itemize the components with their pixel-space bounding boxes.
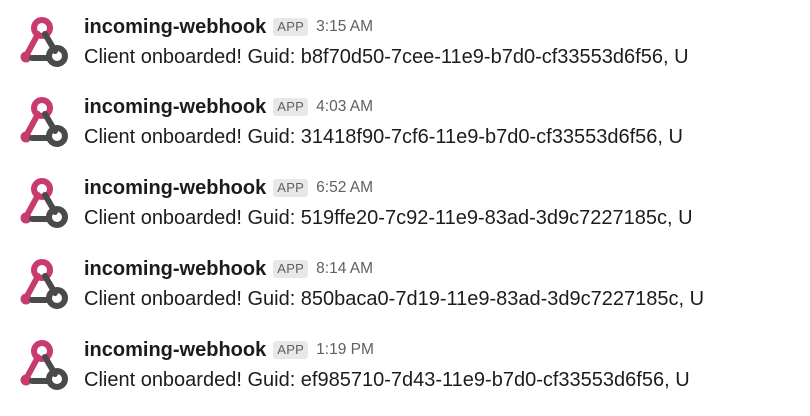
sender-name[interactable]: incoming-webhook xyxy=(84,96,266,119)
message-header: incoming-webhook APP 8:14 AM xyxy=(84,254,373,284)
message-feed: incoming-webhook APP 3:15 AM Client onbo… xyxy=(0,0,810,416)
webhook-icon[interactable] xyxy=(14,337,70,393)
webhook-icon[interactable] xyxy=(14,14,70,70)
sender-name[interactable]: incoming-webhook xyxy=(84,258,266,281)
message-header: incoming-webhook APP 4:03 AM xyxy=(84,92,373,122)
message-item: incoming-webhook APP 8:14 AM Client onbo… xyxy=(0,242,810,322)
message-header: incoming-webhook APP 6:52 AM xyxy=(84,173,373,203)
sender-name[interactable]: incoming-webhook xyxy=(84,16,266,39)
message-item: incoming-webhook APP 4:03 AM Client onbo… xyxy=(0,80,810,160)
app-badge: APP xyxy=(273,18,309,36)
message-item: incoming-webhook APP 3:15 AM Client onbo… xyxy=(0,0,810,80)
timestamp[interactable]: 1:19 PM xyxy=(316,341,374,359)
app-badge: APP xyxy=(273,260,309,278)
app-badge: APP xyxy=(273,341,309,359)
message-text: Client onboarded! Guid: 31418f90-7cf6-11… xyxy=(84,126,683,148)
timestamp[interactable]: 3:15 AM xyxy=(316,18,373,36)
message-text: Client onboarded! Guid: 850baca0-7d19-11… xyxy=(84,288,705,310)
message-item: incoming-webhook APP 1:19 PM Client onbo… xyxy=(0,323,810,403)
message-text: Client onboarded! Guid: 519ffe20-7c92-11… xyxy=(84,207,693,229)
webhook-icon[interactable] xyxy=(14,256,70,312)
timestamp[interactable]: 4:03 AM xyxy=(316,98,373,116)
webhook-icon[interactable] xyxy=(14,175,70,231)
timestamp[interactable]: 6:52 AM xyxy=(316,179,373,197)
message-item: incoming-webhook APP 6:52 AM Client onbo… xyxy=(0,161,810,241)
message-text: Client onboarded! Guid: b8f70d50-7cee-11… xyxy=(84,46,689,68)
message-header: incoming-webhook APP 1:19 PM xyxy=(84,335,374,365)
timestamp[interactable]: 8:14 AM xyxy=(316,260,373,278)
app-badge: APP xyxy=(273,179,309,197)
app-badge: APP xyxy=(273,98,309,116)
message-header: incoming-webhook APP 3:15 AM xyxy=(84,12,373,42)
message-text: Client onboarded! Guid: ef985710-7d43-11… xyxy=(84,369,690,391)
sender-name[interactable]: incoming-webhook xyxy=(84,177,266,200)
sender-name[interactable]: incoming-webhook xyxy=(84,339,266,362)
webhook-icon[interactable] xyxy=(14,94,70,150)
